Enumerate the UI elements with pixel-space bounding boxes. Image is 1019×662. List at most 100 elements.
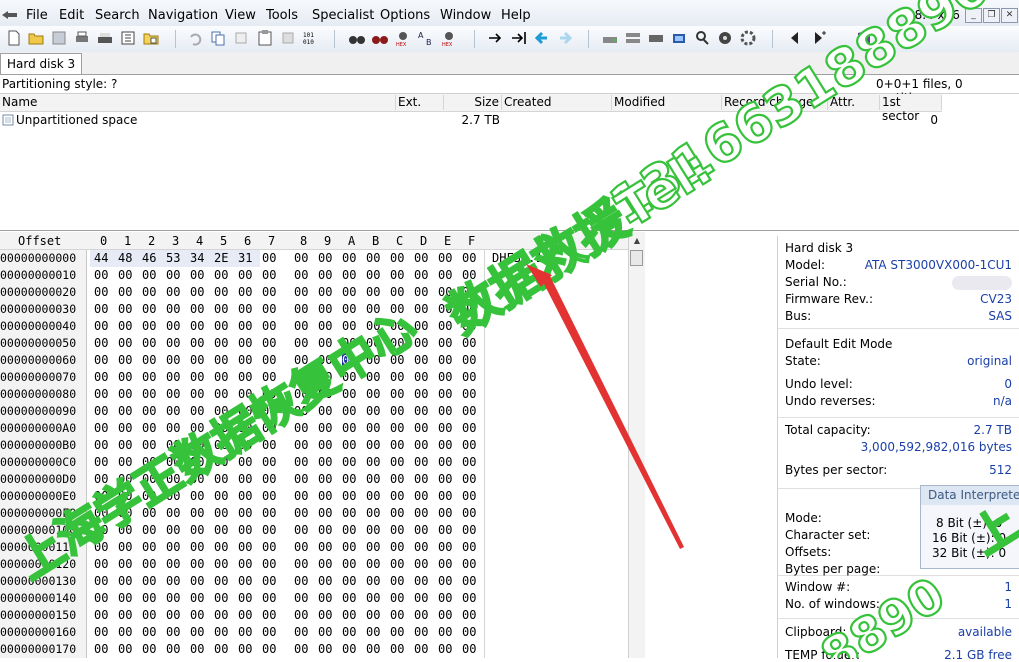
menu-tools[interactable]: Tools: [266, 8, 298, 23]
hex-byte[interactable]: 00: [118, 352, 132, 369]
hex-byte[interactable]: 00: [414, 573, 428, 590]
hex-byte[interactable]: 00: [294, 607, 308, 624]
hex-byte[interactable]: 00: [238, 420, 252, 437]
hex-byte[interactable]: 00: [294, 556, 308, 573]
hex-byte[interactable]: 00: [238, 403, 252, 420]
hex-byte[interactable]: 00: [390, 522, 404, 539]
hex-byte[interactable]: 00: [414, 505, 428, 522]
hex-byte[interactable]: 00: [366, 573, 380, 590]
hex-block-icon[interactable]: 101 010: [302, 29, 320, 47]
menu-help[interactable]: Help: [501, 8, 531, 23]
hex-byte[interactable]: 2E: [214, 250, 228, 267]
prev-page-icon[interactable]: [786, 29, 804, 47]
hex-byte[interactable]: 00: [142, 488, 156, 505]
hex-row[interactable]: 00 00 00 00 00 00 00 00 00 00 00 00 00 00 00 00: [0, 522, 484, 539]
hex-byte[interactable]: 00: [118, 403, 132, 420]
hex-byte[interactable]: 00: [214, 522, 228, 539]
hex-byte[interactable]: 00: [318, 386, 332, 403]
hex-byte[interactable]: 00: [342, 267, 356, 284]
replace-hex-icon[interactable]: HEX: [440, 29, 458, 47]
hex-byte[interactable]: 00: [462, 590, 476, 607]
col-ext[interactable]: Ext.: [396, 95, 444, 110]
hex-byte[interactable]: 00: [414, 386, 428, 403]
hex-byte[interactable]: 00: [94, 335, 108, 352]
hex-byte[interactable]: 00: [318, 352, 332, 369]
data-interpreter-title[interactable]: Data Interpreter: [921, 486, 1019, 505]
hex-byte[interactable]: 00: [142, 318, 156, 335]
hex-byte[interactable]: 00: [462, 352, 476, 369]
hex-byte[interactable]: 00: [166, 386, 180, 403]
hex-byte[interactable]: 00: [118, 437, 132, 454]
hex-byte[interactable]: 00: [118, 624, 132, 641]
hex-byte[interactable]: 00: [118, 267, 132, 284]
hex-byte[interactable]: 00: [262, 539, 276, 556]
hex-byte[interactable]: 00: [214, 624, 228, 641]
hex-byte[interactable]: 00: [390, 641, 404, 658]
hex-byte[interactable]: 00: [294, 641, 308, 658]
hex-byte[interactable]: 00: [118, 369, 132, 386]
col-name[interactable]: Name: [0, 95, 396, 110]
hex-byte[interactable]: 00: [166, 539, 180, 556]
hex-byte[interactable]: 00: [462, 573, 476, 590]
hex-byte[interactable]: 00: [262, 284, 276, 301]
minimize-icon[interactable]: _: [965, 8, 982, 23]
hex-byte[interactable]: 00: [94, 556, 108, 573]
hex-byte[interactable]: 44: [94, 250, 108, 267]
hex-byte[interactable]: 00: [94, 590, 108, 607]
hex-byte[interactable]: 00: [238, 573, 252, 590]
hex-byte[interactable]: 00: [390, 335, 404, 352]
hex-byte[interactable]: 00: [438, 403, 452, 420]
hex-byte[interactable]: 00: [414, 641, 428, 658]
hex-byte[interactable]: 00: [414, 267, 428, 284]
hex-editor[interactable]: Offset 0123456789ABCDEF 00000000000 00000…: [0, 232, 644, 658]
goto-sector-icon[interactable]: [510, 29, 528, 47]
hex-byte[interactable]: 00: [294, 488, 308, 505]
hex-byte[interactable]: 00: [366, 522, 380, 539]
hex-byte[interactable]: 00: [294, 624, 308, 641]
hex-byte[interactable]: 00: [190, 590, 204, 607]
book-icon[interactable]: [855, 29, 873, 47]
hex-byte[interactable]: 00: [318, 641, 332, 658]
hex-byte[interactable]: 00: [318, 488, 332, 505]
hex-byte[interactable]: 00: [214, 641, 228, 658]
hex-byte[interactable]: 00: [342, 522, 356, 539]
col-size[interactable]: Size: [444, 95, 502, 110]
hex-byte[interactable]: 00: [318, 369, 332, 386]
hex-byte[interactable]: 00: [262, 505, 276, 522]
hex-byte[interactable]: 00: [390, 590, 404, 607]
hex-byte[interactable]: 00: [318, 624, 332, 641]
hex-byte[interactable]: 00: [118, 386, 132, 403]
hex-byte[interactable]: 00: [342, 318, 356, 335]
hex-byte[interactable]: 00: [342, 386, 356, 403]
hex-byte[interactable]: 00: [318, 301, 332, 318]
hex-byte[interactable]: 00: [294, 573, 308, 590]
hex-byte[interactable]: 00: [214, 301, 228, 318]
hex-byte[interactable]: 00: [366, 352, 380, 369]
hex-byte[interactable]: 00: [142, 284, 156, 301]
hex-byte[interactable]: 00: [214, 505, 228, 522]
hex-byte[interactable]: 00: [166, 471, 180, 488]
hex-byte[interactable]: 00: [438, 386, 452, 403]
hex-byte[interactable]: 00: [190, 369, 204, 386]
hex-byte[interactable]: 00: [142, 267, 156, 284]
hex-byte[interactable]: 00: [342, 471, 356, 488]
hex-byte[interactable]: 00: [462, 301, 476, 318]
open-disk-edit-icon[interactable]: [601, 29, 619, 47]
hex-byte[interactable]: 00: [238, 454, 252, 471]
hex-byte[interactable]: 00: [366, 488, 380, 505]
hex-byte[interactable]: 00: [238, 556, 252, 573]
hex-byte[interactable]: 00: [262, 437, 276, 454]
open-file-icon[interactable]: [27, 29, 45, 47]
hex-byte[interactable]: 00: [190, 318, 204, 335]
hex-byte[interactable]: 00: [238, 335, 252, 352]
hex-byte[interactable]: 00: [414, 284, 428, 301]
copy-icon[interactable]: [209, 29, 227, 47]
tape-icon[interactable]: [647, 29, 665, 47]
hex-byte[interactable]: 00: [238, 590, 252, 607]
hex-byte[interactable]: 00: [462, 471, 476, 488]
hex-byte[interactable]: 00: [462, 454, 476, 471]
hex-byte[interactable]: 00: [438, 488, 452, 505]
hex-byte[interactable]: 00: [414, 539, 428, 556]
hex-row[interactable]: 00 00 00 00 00 00 00 00 00 00 00 00 00 00 00 00: [0, 488, 484, 505]
hex-byte[interactable]: 00: [294, 301, 308, 318]
